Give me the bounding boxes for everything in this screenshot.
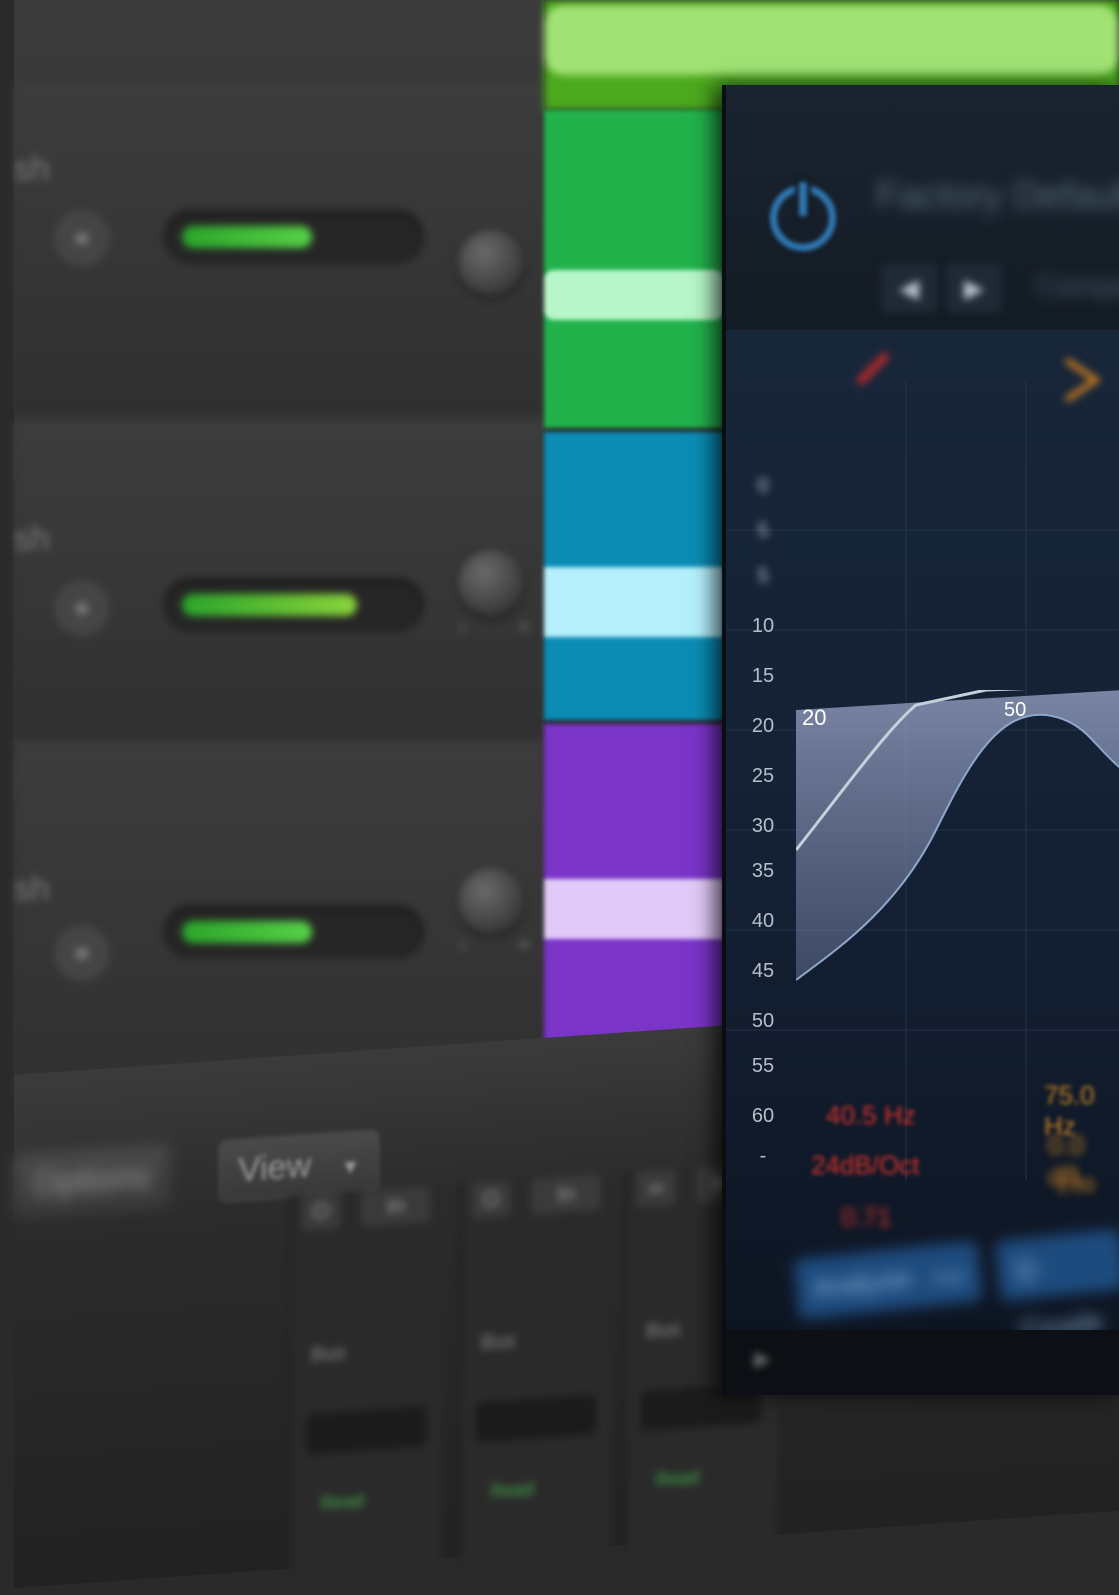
db-scale-label: 60 — [751, 1105, 775, 1127]
freq-marker: 50 — [1004, 699, 1026, 721]
db-scale-label: - — [759, 1145, 767, 1167]
db-scale-label: 55 — [751, 1055, 775, 1077]
db-scale-label: 10 — [751, 615, 775, 637]
input-button[interactable]: In — [361, 1185, 431, 1227]
record-button[interactable]: O — [471, 1180, 511, 1220]
track-solo-button[interactable]: ● — [54, 925, 110, 981]
db-scale-label: 0 — [757, 475, 769, 497]
band-frequency[interactable]: 40.5 Hz — [826, 1100, 916, 1131]
pan-knob[interactable] — [458, 550, 524, 616]
next-preset-button[interactable]: ▶ — [946, 263, 1002, 313]
arrow-icon[interactable] — [1064, 357, 1102, 403]
options-menu[interactable]: Options — [14, 1144, 170, 1217]
volume-level — [182, 226, 312, 248]
plugin-footer: ▶ — [726, 1330, 1119, 1395]
strip-label: Bus — [311, 1341, 346, 1367]
pan-knob[interactable] — [458, 230, 524, 296]
previous-preset-button[interactable]: ◀ — [881, 263, 937, 313]
analyzer-mode: Post — [931, 1268, 966, 1289]
db-scale-label: 35 — [751, 860, 775, 882]
track-header[interactable]: sh ● L R — [14, 420, 544, 752]
channel-strip[interactable]: O In Bus Read — [289, 1185, 441, 1576]
waveform — [544, 270, 724, 320]
link-button[interactable]: ∞ — [636, 1168, 676, 1208]
input-button[interactable]: In — [531, 1173, 601, 1215]
audio-region-purple[interactable] — [544, 724, 724, 1053]
automation-mode[interactable]: Read — [321, 1491, 364, 1515]
channel-strip[interactable]: O In Bus Read — [459, 1173, 611, 1564]
eq-curve-fill — [796, 690, 1119, 980]
eq-plugin-window: Factory Default ◀ ▶ Compare 055101520253… — [722, 85, 1119, 1395]
track-solo-button[interactable]: ● — [54, 210, 110, 266]
db-scale-label: 45 — [751, 960, 775, 982]
audio-region-blue[interactable] — [544, 432, 724, 720]
db-scale-label: 30 — [751, 815, 775, 837]
db-scale-label: 25 — [751, 765, 775, 787]
db-scale-label: 5 — [757, 520, 769, 542]
eq-graph[interactable]: 0 5 5 10 15 20 25 30 35 40 45 50 55 60- 20 50 40.5 Hz… — [726, 330, 1119, 1344]
view-menu-label: View — [238, 1146, 312, 1190]
preset-name[interactable]: Factory Default — [876, 175, 1119, 218]
db-scale-label: 15 — [751, 665, 775, 687]
band-q[interactable]: 1.00 — [1056, 1175, 1095, 1198]
pan-left-label: L — [460, 620, 467, 634]
automation-mode[interactable]: Read — [491, 1479, 534, 1503]
strip-fader[interactable] — [476, 1394, 596, 1443]
db-scale-label: 50 — [751, 1010, 775, 1032]
track-header[interactable]: sh ● — [14, 80, 544, 412]
db-scale-label: 40 — [751, 910, 775, 932]
volume-slider[interactable] — [164, 578, 424, 632]
waveform — [544, 879, 724, 939]
pan-left-label: L — [460, 938, 467, 952]
analyzer-label: Analyzer — [810, 1262, 915, 1303]
strip-label: Bus — [646, 1318, 681, 1343]
strip-label: Bus — [481, 1329, 516, 1355]
track-name: sh — [14, 870, 50, 908]
pencil-icon[interactable] — [856, 351, 890, 386]
pan-right-label: R — [520, 938, 529, 952]
band-q[interactable]: 0.71 — [841, 1202, 892, 1233]
play-icon[interactable]: ▶ — [754, 1346, 771, 1372]
db-scale-label: 5 — [757, 565, 769, 587]
automation-mode[interactable]: Read — [656, 1467, 699, 1491]
plugin-header: Factory Default ◀ ▶ Compare — [726, 85, 1119, 330]
strip-fader[interactable] — [306, 1406, 426, 1455]
track-solo-button[interactable]: ● — [54, 580, 110, 636]
audio-region-green[interactable] — [544, 110, 724, 428]
volume-level — [182, 921, 312, 943]
freq-marker: 20 — [802, 705, 826, 730]
waveform — [544, 567, 724, 637]
power-icon[interactable] — [770, 182, 836, 251]
chevron-down-icon: ▼ — [340, 1155, 361, 1180]
volume-slider[interactable] — [164, 210, 424, 264]
db-scale-label: 20 — [751, 715, 775, 737]
volume-level — [182, 594, 357, 616]
volume-slider[interactable] — [164, 905, 424, 959]
compare-button[interactable]: Compare — [1036, 270, 1119, 304]
track-headers-panel: sh ● sh ● L R sh ● L R — [14, 0, 544, 1110]
track-name: sh — [14, 150, 50, 188]
q-couple-button[interactable]: Q-Couple — [995, 1228, 1119, 1344]
record-button[interactable]: O — [301, 1192, 341, 1231]
band-slope[interactable]: 24dB/Oct — [811, 1150, 919, 1181]
pan-right-label: R — [520, 620, 529, 634]
eq-curve[interactable]: 20 50 — [796, 690, 1119, 1010]
pan-knob[interactable] — [458, 868, 524, 934]
track-name: sh — [14, 520, 50, 558]
